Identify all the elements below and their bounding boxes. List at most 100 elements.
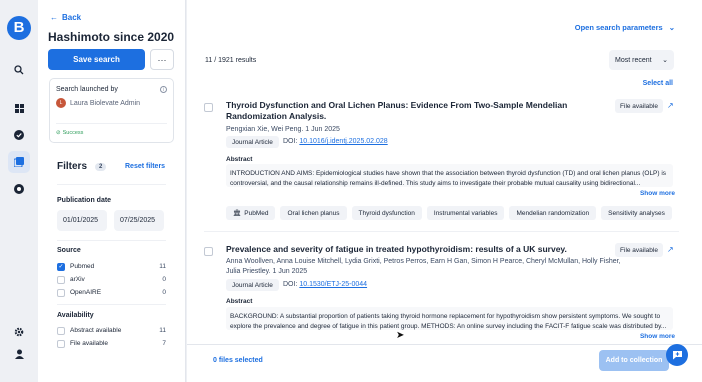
open-search-parameters-link[interactable]: Open search parameters ⌄ [575,23,675,32]
launched-label: Search launched by [56,86,118,93]
results-area: Open search parameters ⌄ 11 / 1921 resul… [187,0,702,382]
keyword-tag[interactable]: Oral lichen planus [280,206,347,220]
article-authors: Pengxian Xie, Wei Peng. 1 Jun 2025 [226,126,340,133]
search-icon[interactable] [8,59,30,81]
availability-option-file[interactable]: File available 7 [57,339,166,348]
back-link[interactable]: ← Back [50,13,81,22]
journal-article-tag: Journal Article [226,279,279,291]
filters-count-badge: 2 [95,162,107,171]
arrow-left-icon: ← [50,13,58,22]
divider [204,231,679,232]
institution-icon: 🏛 [233,210,242,217]
date-from-input[interactable]: 01/01/2025 [57,210,107,231]
files-selected-count[interactable]: 0 files selected [213,357,263,364]
check-circle-icon: ⊘ [56,130,61,136]
option-count: 11 [159,263,166,270]
selection-footer: 0 files selected Add to collection [187,344,702,382]
availability-option-abstract[interactable]: Abstract available 11 [57,326,166,335]
chat-icon[interactable] [666,344,688,366]
show-more-link[interactable]: Show more [640,333,675,340]
open-params-label: Open search parameters [574,23,663,32]
abstract-label: Abstract [226,298,253,305]
divider [57,184,166,185]
doi-link[interactable]: 10.1016/j.identj.2025.02.028 [299,138,387,145]
dashboard-icon[interactable] [8,97,30,119]
source-option-pubmed[interactable]: ✓ Pubmed 11 [57,262,166,271]
divider [56,123,167,124]
doi: DOI: 10.1016/j.identj.2025.02.028 [283,138,388,145]
article-title[interactable]: Prevalence and severity of fatigue in tr… [226,244,591,255]
icon-rail: B [0,0,38,382]
date-to-input[interactable]: 07/25/2025 [114,210,164,231]
checkbox[interactable] [57,339,65,348]
divider [57,304,166,305]
file-available-badge: File available [615,243,663,257]
checkbox-checked[interactable]: ✓ [57,262,65,271]
article-authors: Anna Woollven, Anna Louise Mitchell, Lyd… [226,258,621,275]
doi-prefix: DOI: [283,281,298,288]
option-label: OpenAIRE [70,289,102,296]
external-link-icon[interactable]: ↗ [667,245,674,254]
info-icon[interactable]: i [160,86,167,93]
source-option-openaire[interactable]: OpenAIRE 0 [57,288,166,297]
keyword-list: 🏛 PubMed Oral lichen planus Thyroid dysf… [226,206,672,220]
search-panel: ← Back Hashimoto since 2020 Save search … [38,0,186,382]
option-label: Abstract available [70,327,122,334]
option-count: 11 [159,327,166,334]
option-count: 7 [162,340,166,347]
publication-date-label: Publication date [57,197,112,204]
library-icon[interactable] [8,151,30,173]
sort-select[interactable]: Most recent ⌄ [609,50,674,70]
keyword-tag[interactable]: Thyroid dysfunction [351,206,422,220]
journal-article-tag: Journal Article [226,136,279,148]
source-label: Source [57,247,81,254]
abstract-text: INTRODUCTION AND AIMS: Epidemiological s… [226,164,673,187]
checkbox[interactable] [57,275,65,284]
keyword-tag[interactable]: Sensitivity analyses [601,206,672,220]
user-name: Laura Biolevate Admin [70,99,141,107]
back-label: Back [62,13,82,22]
alert-icon[interactable] [8,178,30,200]
add-to-collection-button[interactable]: Add to collection [599,350,669,371]
source-option-arxiv[interactable]: arXiv 0 [57,275,166,284]
file-available-badge: File available [615,99,663,113]
select-all-link[interactable]: Select all [643,80,673,87]
settings-icon[interactable] [8,321,30,343]
article-checkbox[interactable] [204,247,213,256]
search-launched-card: Search launched by i L Laura Biolevate A… [49,78,174,143]
results-count: 11 / 1921 results [205,57,257,64]
save-search-button[interactable]: Save search [48,49,145,70]
status-text: Success [62,130,84,136]
article-title[interactable]: Thyroid Dysfunction and Oral Lichen Plan… [226,100,591,122]
keyword-tag[interactable]: Mendelian randomization [509,206,597,220]
keyword-tag[interactable]: Instrumental variables [426,206,505,220]
status-badge: ⊘ Success [56,130,83,136]
mouse-cursor-icon: ➤ [396,330,405,341]
reset-filters-link[interactable]: Reset filters [125,163,165,170]
checkbox[interactable] [57,288,65,297]
keyword-tag[interactable]: 🏛 PubMed [226,206,276,220]
avatar: L [56,98,66,108]
option-label: arXiv [70,276,85,283]
option-count: 0 [162,289,166,296]
sort-label: Most recent [615,56,652,64]
show-more-link[interactable]: Show more [640,190,675,197]
external-link-icon[interactable]: ↗ [667,101,674,110]
option-label: Pubmed [70,263,95,270]
app-logo[interactable]: B [7,16,31,40]
doi-prefix: DOI: [283,138,298,145]
chevron-down-icon: ⌄ [662,57,668,64]
doi-link[interactable]: 10.1530/ETJ-25-0044 [299,281,367,288]
checkbox[interactable] [57,326,65,335]
divider [57,240,166,241]
option-label: File available [70,340,108,347]
check-icon[interactable] [8,124,30,146]
abstract-text: BACKGROUND: A substantial proportion of … [226,307,673,330]
launched-user: L Laura Biolevate Admin [56,98,140,108]
more-options-button[interactable]: ··· [150,49,174,70]
article-checkbox[interactable] [204,103,213,112]
keyword-label: PubMed [244,209,269,217]
search-title: Hashimoto since 2020 [48,30,175,44]
abstract-label: Abstract [226,156,253,163]
user-icon[interactable] [8,343,30,365]
